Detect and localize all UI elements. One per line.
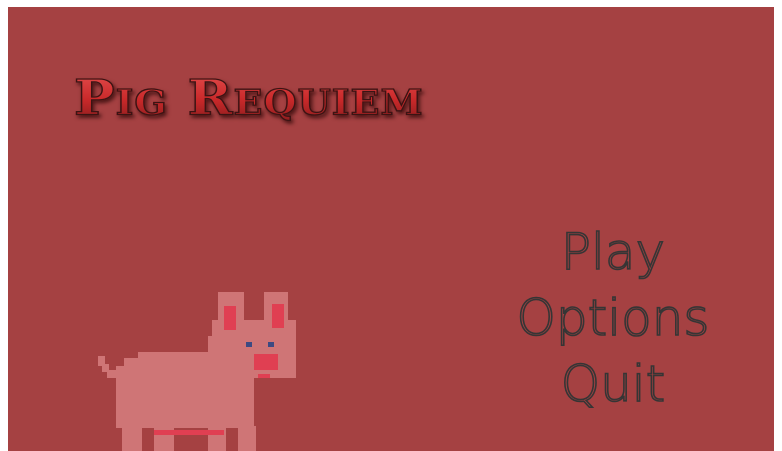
pig-mouth bbox=[258, 374, 270, 378]
play-button[interactable]: Play bbox=[560, 219, 666, 285]
game-screen: Pig Requiem Play Options Quit bbox=[8, 7, 774, 451]
options-button[interactable]: Options bbox=[516, 285, 711, 351]
quit-button[interactable]: Quit bbox=[560, 351, 666, 417]
pig-body bbox=[98, 292, 296, 451]
pig-eye-left bbox=[246, 342, 252, 347]
pig-eye-right bbox=[268, 342, 274, 347]
pink-pixel-pig-icon bbox=[98, 292, 296, 451]
pig-belly-stripe bbox=[154, 430, 224, 435]
pig-snout bbox=[254, 354, 278, 370]
main-menu: Play Options Quit bbox=[508, 219, 718, 417]
game-title-logo: Pig Requiem bbox=[73, 68, 424, 127]
